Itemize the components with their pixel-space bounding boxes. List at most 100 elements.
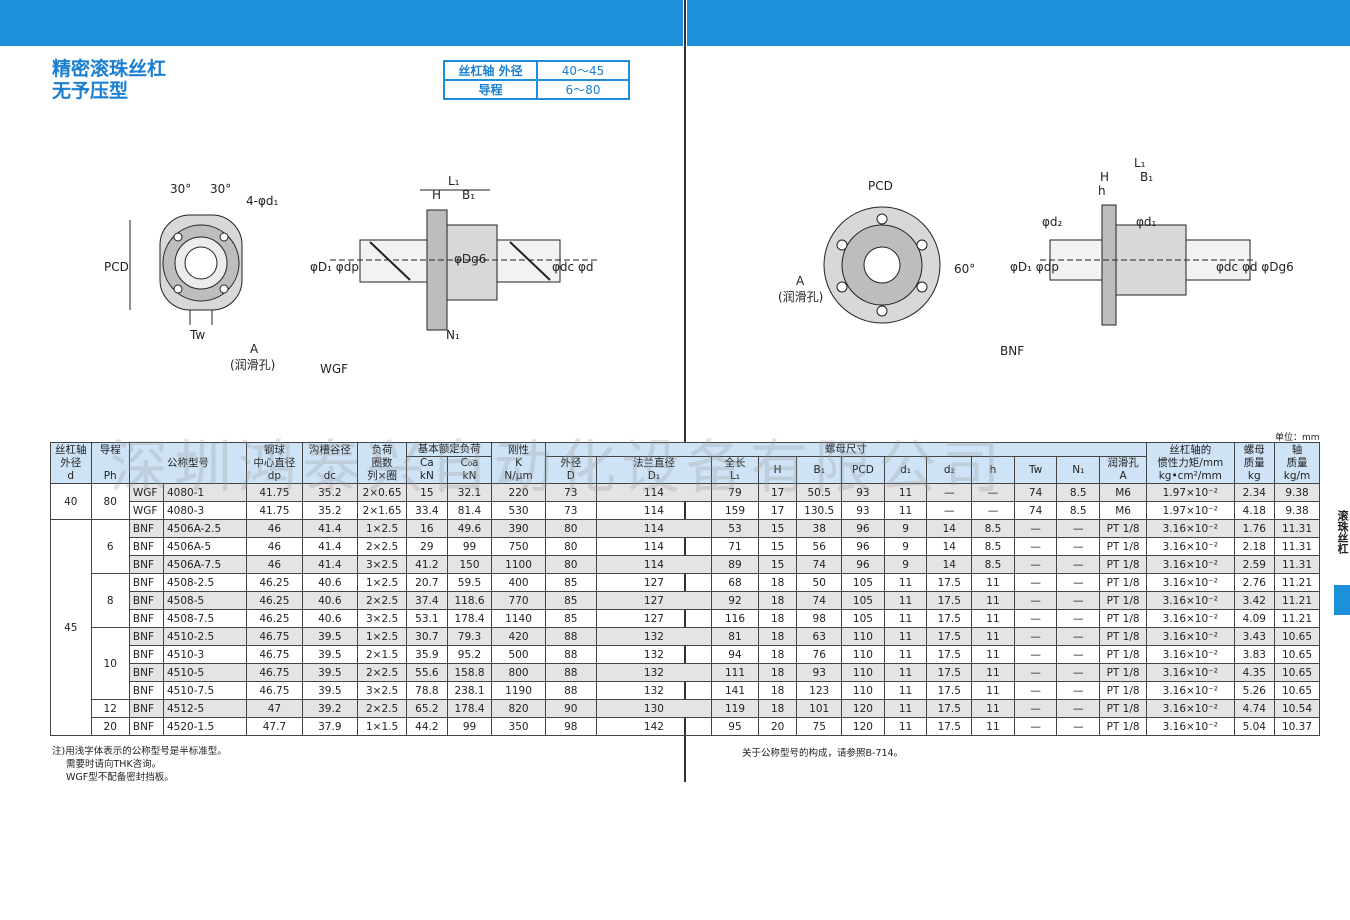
table-cell: 3.16×10⁻² — [1146, 627, 1235, 646]
table-cell: 1×2.5 — [357, 519, 408, 538]
table-cell: 11 — [971, 591, 1015, 610]
table-cell: 89 — [711, 555, 759, 574]
th-nut-dims: 螺母尺寸 — [544, 442, 1148, 457]
table-cell: 17.5 — [926, 699, 973, 718]
table-row: WGF 4080-3 41.75 35.2 2×1.65 33.4 81.4 530 73 114… — [51, 501, 1320, 520]
table-cell: 38 — [796, 519, 843, 538]
footnote-1: 注)用浅字体表示的公称型号是半标准型。 — [52, 746, 227, 757]
wgf-angle-30b: 30° — [210, 182, 232, 196]
table-cell: 17.5 — [926, 573, 973, 592]
side-tab-marker — [1334, 585, 1350, 615]
table-cell: 390 — [491, 519, 546, 538]
table-cell: BNF — [128, 627, 165, 646]
table-cell: 750 — [491, 537, 546, 556]
table-row: 45 6 BNF 4506A-2.5 46 41.4 1×2.5 16 49.6 390 80 114… — [50, 519, 1320, 736]
th-c0a: C₀a kN — [446, 456, 493, 484]
table-cell: 18 — [757, 627, 798, 646]
table-cell: 114 — [595, 555, 713, 574]
table-cell: 111 — [711, 663, 759, 682]
table-cell: PT 1/8 — [1099, 663, 1148, 682]
table-cell: — — [1013, 663, 1058, 682]
spec-box: 丝杠轴 外径 40～45 导程 6～80 — [443, 60, 630, 100]
th-ball-center: 钢球 中心直径 dp — [246, 442, 303, 484]
table-cell: — — [926, 483, 973, 502]
table-cell: 3×2.5 — [357, 555, 408, 574]
table-cell: 85 — [544, 573, 597, 592]
table-cell: 80 — [544, 519, 597, 538]
table-cell: 32.1 — [446, 483, 493, 502]
table-cell: 39.5 — [301, 681, 359, 700]
table-cell: — — [1013, 555, 1058, 574]
table-cell: 800 — [491, 663, 546, 682]
table-cell: 2×0.65 — [357, 483, 408, 502]
table-cell: 92 — [711, 591, 759, 610]
table-cell: 41.4 — [301, 555, 359, 574]
th-h: H — [757, 456, 798, 484]
bnf-a-label: A — [796, 274, 805, 288]
table-cell: WGF — [128, 501, 165, 520]
table-cell: 11 — [883, 573, 928, 592]
th-outer-d: 外径 D — [544, 456, 597, 484]
table-cell: 14 — [926, 555, 973, 574]
table-cell: 46 — [246, 555, 303, 574]
spec-table-wrap: 丝杠轴 外径 d 导程 Ph 公称型号 钢球 中心直径 dp 沟槽谷径 dc 负… — [50, 442, 1320, 736]
table-cell: 150 — [446, 555, 493, 574]
table-cell: BNF — [128, 645, 165, 664]
th-pcd: PCD — [841, 456, 885, 484]
table-cell: 123 — [796, 681, 843, 700]
table-cell: 17 — [757, 501, 798, 520]
table-cell: 10.37 — [1274, 717, 1320, 736]
table-cell: PT 1/8 — [1099, 627, 1148, 646]
table-cell: 15 — [757, 537, 798, 556]
table-cell: 88 — [544, 645, 597, 664]
table-cell: 530 — [491, 501, 546, 520]
table-cell: 3.42 — [1233, 591, 1276, 610]
table-cell: 20 — [90, 717, 130, 736]
table-cell: 3.16×10⁻² — [1146, 681, 1235, 700]
table-cell: 3.16×10⁻² — [1146, 609, 1235, 628]
table-cell: — — [1056, 681, 1101, 700]
table-cell: 132 — [595, 627, 713, 646]
th-inertia: 丝杠轴的 惯性力矩/mm kg•cm²/mm — [1146, 442, 1235, 484]
wgf-hole-label: 4-φd₁ — [246, 194, 279, 208]
table-cell: 2.18 — [1233, 537, 1276, 556]
table-cell: 81 — [711, 627, 759, 646]
table-cell: 2×1.65 — [357, 501, 408, 520]
table-cell: 1×2.5 — [357, 573, 408, 592]
table-cell: 105 — [841, 591, 885, 610]
table-cell: 18 — [757, 699, 798, 718]
table-cell: BNF — [128, 699, 165, 718]
table-cell: 80 — [544, 555, 597, 574]
table-cell: 17.5 — [926, 609, 973, 628]
table-cell: 1140 — [491, 609, 546, 628]
spec-key-diameter: 丝杠轴 外径 — [443, 60, 538, 81]
th-length: 全长 L₁ — [711, 456, 759, 484]
table-row: 12 BNF 4512-5 47 39.2 2×2.5 65.2 178.4 820 90 130 1… — [51, 699, 1320, 718]
table-row: 8 BNF 4508-2.5 46.25 40.6 1×2.5 20.7 59.5 400 85 1… — [51, 573, 1320, 628]
table-cell: 4.09 — [1233, 609, 1276, 628]
table-cell: 46 — [246, 537, 303, 556]
table-cell: 50 — [796, 573, 843, 592]
table-cell: — — [1056, 573, 1101, 592]
table-cell: 41.4 — [301, 537, 359, 556]
table-cell: 99 — [446, 717, 493, 736]
table-cell: 74 — [1013, 483, 1058, 502]
side-tab[interactable]: 滚珠丝杠 — [1334, 510, 1350, 554]
table-cell: 9.38 — [1274, 501, 1320, 520]
table-cell: 50.5 — [796, 483, 843, 502]
table-cell: 110 — [841, 627, 885, 646]
table-cell: PT 1/8 — [1099, 699, 1148, 718]
table-cell: 17.5 — [926, 591, 973, 610]
table-cell: 1×2.5 — [357, 627, 408, 646]
table-cell: 6 — [90, 519, 130, 574]
table-cell: 114 — [595, 537, 713, 556]
title-line-2: 无予压型 — [52, 80, 129, 102]
table-cell: 2.76 — [1233, 573, 1276, 592]
table-cell: — — [971, 483, 1015, 502]
spec-key-lead: 导程 — [443, 79, 538, 100]
table-cell: 4506A-7.5 — [162, 555, 248, 574]
th-d2: d₂ — [926, 456, 973, 484]
table-cell: 4506A-5 — [162, 537, 248, 556]
table-cell: 17.5 — [926, 681, 973, 700]
page-title: 精密滚珠丝杠 无予压型 — [52, 58, 166, 102]
